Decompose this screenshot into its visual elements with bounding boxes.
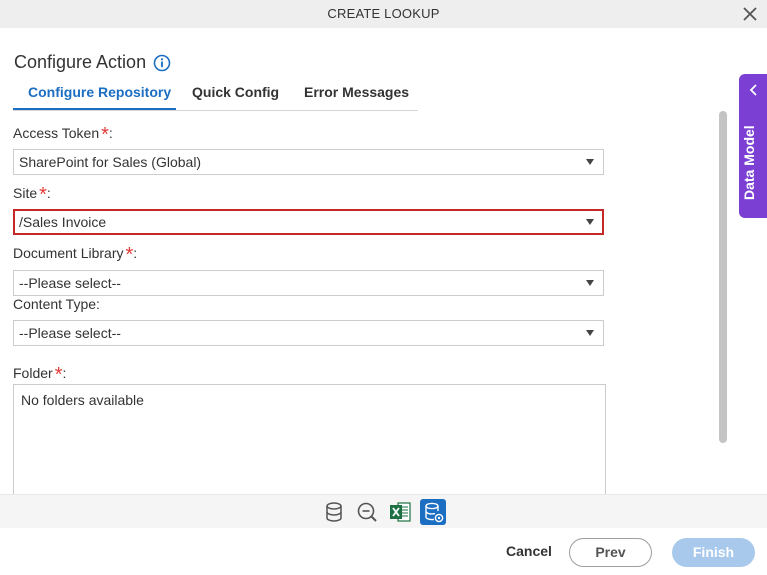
required-marker: * bbox=[39, 184, 47, 206]
dialog-titlebar: CREATE LOOKUP bbox=[0, 0, 767, 28]
info-icon[interactable] bbox=[153, 54, 171, 72]
content-type-label: Content Type: bbox=[13, 296, 100, 312]
document-library-label: Document Library *: bbox=[13, 244, 138, 266]
close-icon[interactable] bbox=[741, 5, 759, 23]
vertical-scrollbar[interactable] bbox=[719, 111, 727, 443]
tab-configure-repository[interactable]: Configure Repository bbox=[28, 84, 171, 100]
document-library-value: --Please select-- bbox=[19, 275, 121, 291]
dialog-footer: Cancel Prev Finish bbox=[0, 528, 767, 575]
caret-down-icon bbox=[586, 330, 594, 336]
excel-icon[interactable] bbox=[387, 499, 413, 525]
cancel-button[interactable]: Cancel bbox=[506, 543, 552, 559]
caret-down-icon bbox=[586, 159, 594, 165]
active-tab-indicator bbox=[13, 108, 176, 110]
site-value: /Sales Invoice bbox=[19, 214, 107, 230]
page-title: Configure Action bbox=[14, 52, 147, 72]
access-token-label: Access Token *: bbox=[13, 124, 113, 146]
chevron-left-icon bbox=[749, 84, 757, 96]
prev-button[interactable]: Prev bbox=[569, 538, 652, 567]
folder-tree[interactable]: No folders available bbox=[13, 384, 606, 494]
caret-down-icon bbox=[586, 280, 594, 286]
search-minus-icon[interactable] bbox=[354, 499, 380, 525]
content-type-select[interactable]: --Please select-- bbox=[13, 320, 604, 346]
data-model-label: Data Model bbox=[741, 125, 757, 200]
site-select[interactable]: /Sales Invoice bbox=[13, 209, 604, 235]
finish-button[interactable]: Finish bbox=[672, 538, 755, 567]
section-heading: Configure Action bbox=[14, 52, 171, 73]
tab-bar: Configure Repository Quick Config Error … bbox=[13, 78, 418, 111]
access-token-value: SharePoint for Sales (Global) bbox=[19, 154, 202, 170]
access-token-select[interactable]: SharePoint for Sales (Global) bbox=[13, 149, 604, 175]
site-label: Site *: bbox=[13, 184, 51, 206]
database-icon[interactable] bbox=[321, 499, 347, 525]
dialog-title: CREATE LOOKUP bbox=[327, 6, 440, 21]
required-marker: * bbox=[101, 124, 109, 146]
document-library-select[interactable]: --Please select-- bbox=[13, 270, 604, 296]
content-type-value: --Please select-- bbox=[19, 325, 121, 341]
bottom-icon-bar bbox=[0, 494, 767, 528]
database-settings-icon[interactable] bbox=[420, 499, 446, 525]
tab-quick-config[interactable]: Quick Config bbox=[192, 84, 279, 100]
caret-down-icon bbox=[586, 219, 594, 225]
tab-error-messages[interactable]: Error Messages bbox=[304, 84, 409, 100]
data-model-toggle[interactable]: Data Model bbox=[739, 74, 767, 218]
folder-empty-text: No folders available bbox=[21, 392, 144, 408]
